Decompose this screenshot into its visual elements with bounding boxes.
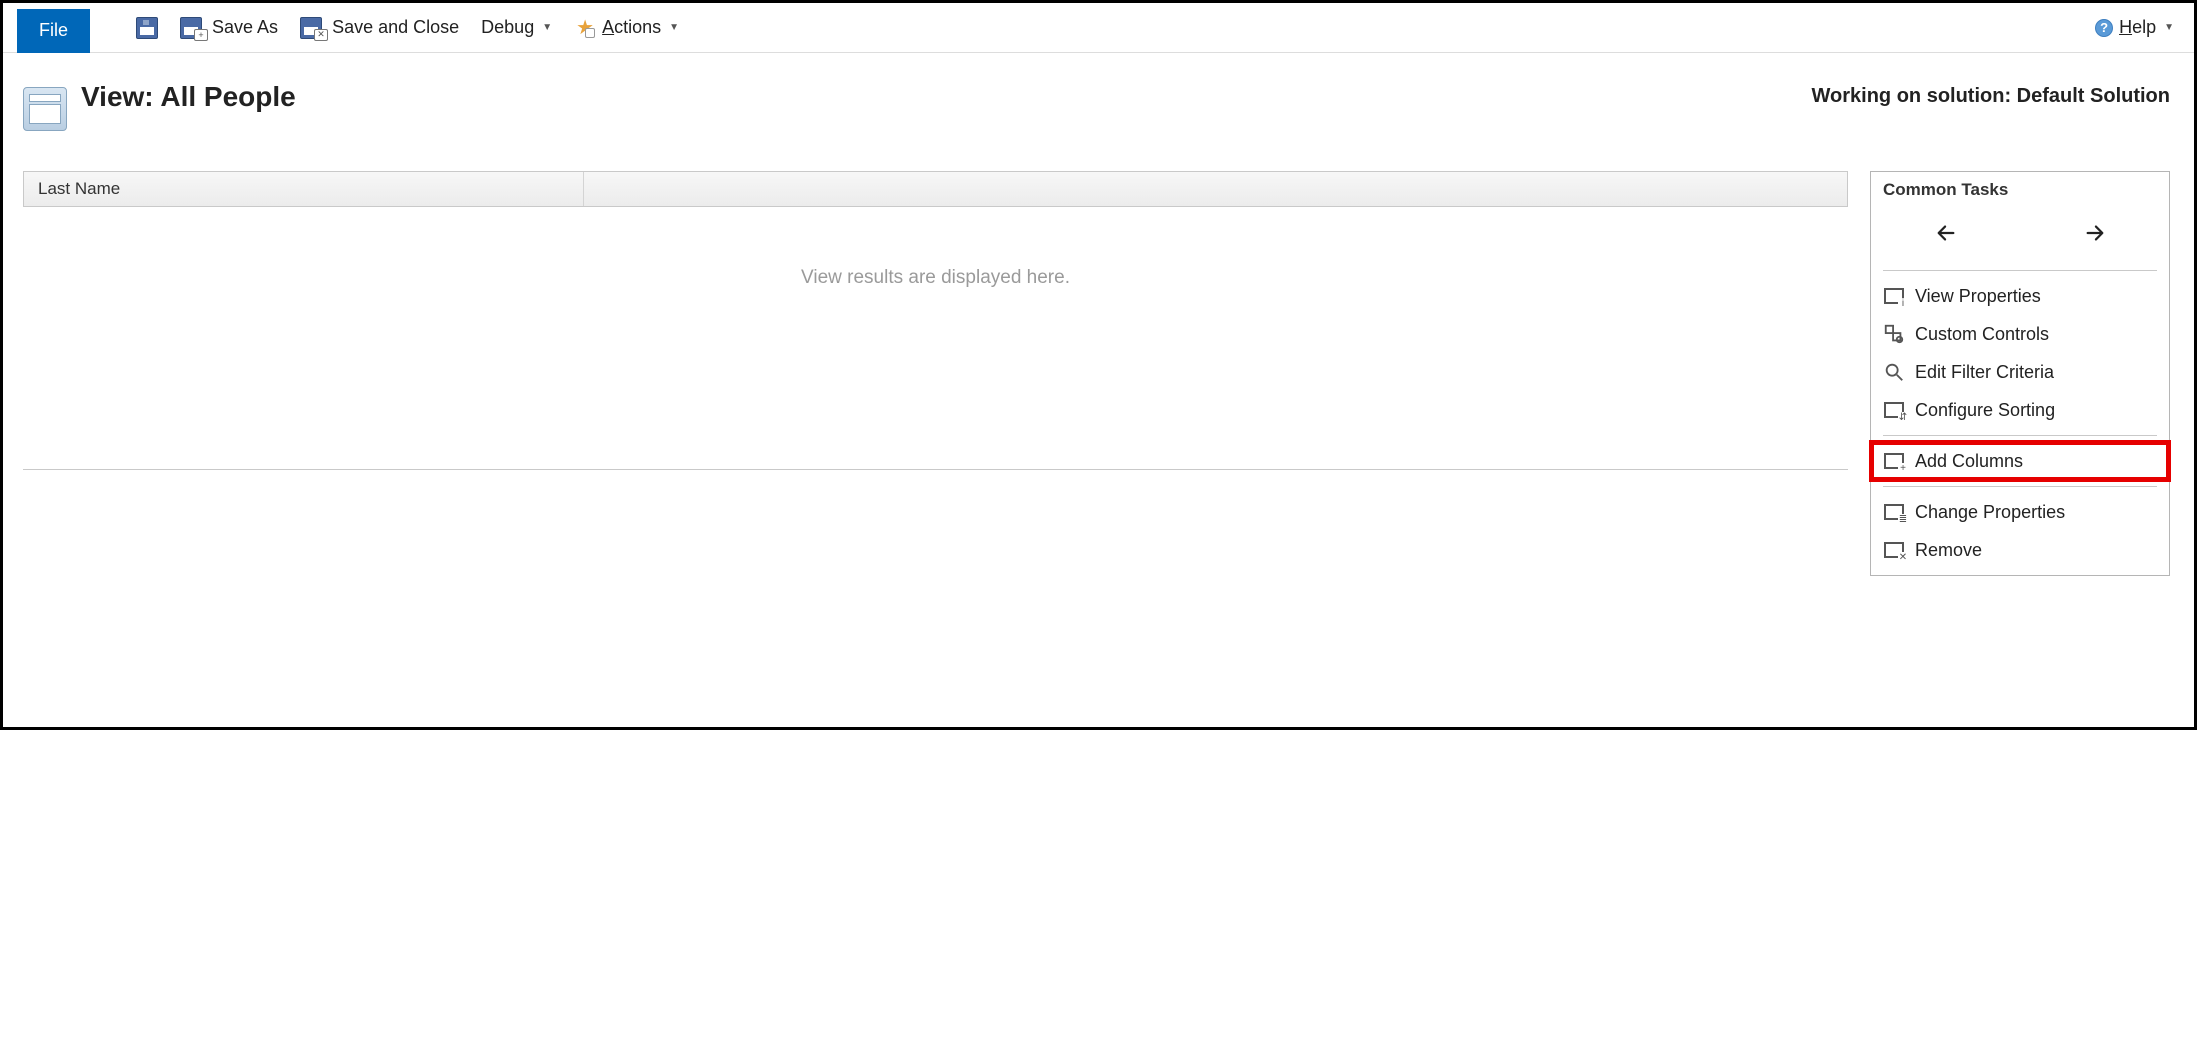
grid-header: Last Name xyxy=(23,171,1848,207)
file-menu[interactable]: File xyxy=(17,9,90,53)
help-label: Help xyxy=(2119,17,2156,38)
add-columns-icon: + xyxy=(1883,450,1905,472)
task-edit-filter-criteria[interactable]: Edit Filter Criteria xyxy=(1871,353,2169,391)
change-properties-icon: ≣ xyxy=(1883,501,1905,523)
arrow-left-icon xyxy=(1935,222,1957,244)
custom-controls-icon xyxy=(1883,323,1905,345)
save-as-button[interactable]: + Save As xyxy=(178,13,280,43)
task-change-properties[interactable]: ≣ Change Properties xyxy=(1871,493,2169,531)
task-label: Configure Sorting xyxy=(1915,400,2055,421)
save-button[interactable] xyxy=(134,13,160,43)
arrow-right-icon xyxy=(2084,222,2106,244)
task-add-columns[interactable]: + Add Columns xyxy=(1871,442,2169,480)
save-and-close-button[interactable]: ✕ Save and Close xyxy=(298,13,461,43)
view-entity-icon xyxy=(23,87,67,131)
task-configure-sorting[interactable]: ⇵ Configure Sorting xyxy=(1871,391,2169,429)
toolbar: File + Save As ✕ Save and Close Debug ▼ … xyxy=(3,3,2194,53)
task-label: Custom Controls xyxy=(1915,324,2049,345)
header-row: View: All People Working on solution: De… xyxy=(23,81,2170,131)
solution-label: Working on solution: Default Solution xyxy=(1812,81,2170,108)
edit-filter-icon xyxy=(1883,361,1905,383)
common-tasks-title: Common Tasks xyxy=(1871,176,2169,206)
task-custom-controls[interactable]: Custom Controls xyxy=(1871,315,2169,353)
star-icon: ★ xyxy=(574,17,596,39)
help-icon: ? xyxy=(2095,19,2113,37)
column-header-last-name[interactable]: Last Name xyxy=(24,172,584,206)
task-label: Edit Filter Criteria xyxy=(1915,362,2054,383)
nav-back-button[interactable] xyxy=(1927,220,1965,250)
chevron-down-icon: ▼ xyxy=(669,22,679,33)
save-icon xyxy=(136,17,158,39)
help-menu[interactable]: ? Help ▼ xyxy=(2093,13,2176,42)
view-properties-icon: i xyxy=(1883,285,1905,307)
file-label: File xyxy=(39,20,68,41)
save-and-close-label: Save and Close xyxy=(332,17,459,38)
tasks-separator xyxy=(1883,435,2157,436)
actions-label: Actions xyxy=(602,17,661,38)
app-frame: File + Save As ✕ Save and Close Debug ▼ … xyxy=(0,0,2197,730)
task-label: Change Properties xyxy=(1915,502,2065,523)
page-title: View: All People xyxy=(81,81,296,113)
grid-empty-placeholder: View results are displayed here. xyxy=(801,267,1070,289)
content: View: All People Working on solution: De… xyxy=(3,53,2194,727)
task-label: View Properties xyxy=(1915,286,2041,307)
task-label: Add Columns xyxy=(1915,451,2023,472)
common-tasks-panel: Common Tasks i View Properties xyxy=(1870,171,2170,576)
task-remove[interactable]: ✕ Remove xyxy=(1871,531,2169,569)
configure-sorting-icon: ⇵ xyxy=(1883,399,1905,421)
save-as-icon: + xyxy=(180,17,206,39)
tasks-nav-arrows xyxy=(1871,206,2169,264)
column-header-empty[interactable] xyxy=(584,172,1847,206)
grid-body: View results are displayed here. xyxy=(23,207,1848,470)
nav-forward-button[interactable] xyxy=(2076,220,2114,250)
actions-menu[interactable]: ★ Actions ▼ xyxy=(572,13,681,43)
task-view-properties[interactable]: i View Properties xyxy=(1871,277,2169,315)
tasks-separator xyxy=(1883,270,2157,271)
chevron-down-icon: ▼ xyxy=(542,22,552,33)
save-as-label: Save As xyxy=(212,17,278,38)
task-label: Remove xyxy=(1915,540,1982,561)
tasks-separator xyxy=(1883,486,2157,487)
save-close-icon: ✕ xyxy=(300,17,326,39)
results-grid: Last Name View results are displayed her… xyxy=(23,171,1848,470)
debug-label: Debug xyxy=(481,17,534,38)
debug-menu[interactable]: Debug ▼ xyxy=(479,13,554,42)
remove-icon: ✕ xyxy=(1883,539,1905,561)
main-row: Last Name View results are displayed her… xyxy=(23,171,2170,576)
chevron-down-icon: ▼ xyxy=(2164,22,2174,33)
